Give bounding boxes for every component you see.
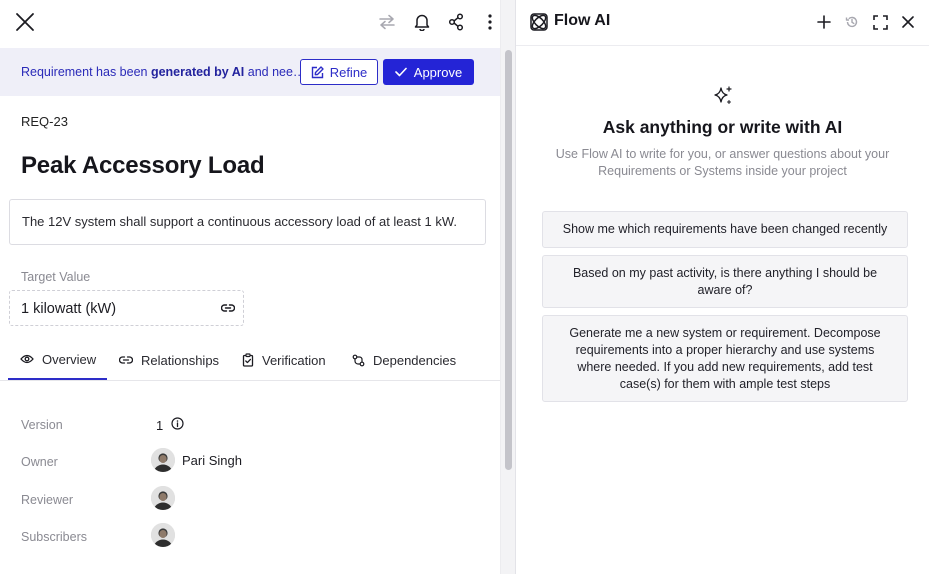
swap-arrows-icon[interactable] — [377, 12, 397, 32]
tab-dependencies[interactable]: Dependencies — [352, 340, 456, 380]
vertical-scrollbar[interactable] — [500, 0, 516, 574]
description-text: The 12V system shall support a continuou… — [22, 214, 457, 229]
ask-title: Ask anything or write with AI — [602, 117, 843, 137]
tab-relationships-label: Relationships — [141, 352, 220, 368]
reviewer-avatar[interactable] — [151, 486, 175, 510]
reviewer-label: Reviewer — [21, 493, 74, 507]
check-icon — [394, 67, 407, 77]
more-vertical-icon[interactable] — [480, 12, 500, 32]
link-icon[interactable] — [221, 302, 235, 314]
tab-verification[interactable]: Verification — [242, 340, 326, 380]
tab-overview-label: Overview — [42, 351, 97, 367]
approve-button[interactable]: Approve — [383, 59, 474, 85]
requirement-description[interactable]: The 12V system shall support a continuou… — [9, 199, 486, 245]
share-icon[interactable] — [446, 12, 466, 32]
target-value-label: Target Value — [21, 270, 91, 284]
tab-dependencies-label: Dependencies — [373, 352, 457, 368]
suggestion-item[interactable]: Based on my past activity, is there anyt… — [542, 255, 908, 308]
close-panel-icon[interactable] — [899, 12, 917, 32]
eye-icon — [20, 354, 34, 364]
owner-label: Owner — [21, 455, 58, 469]
refine-label: Refine — [329, 64, 368, 80]
suggestion-item[interactable]: Show me which requirements have been cha… — [542, 211, 908, 248]
flow-ai-logo-icon — [528, 11, 550, 33]
bell-icon[interactable] — [412, 12, 432, 32]
requirement-toolbar — [0, 0, 500, 46]
ask-subtitle: Use Flow AI to write for you, or answer … — [555, 147, 890, 178]
requirement-tabs: Overview Relationships Verification Depe… — [0, 340, 500, 381]
flow-ai-title: Flow AI — [554, 12, 611, 29]
requirement-panel: Requirement has been generated by AI and… — [0, 0, 500, 574]
clipboard-check-icon — [242, 353, 254, 367]
flow-ai-header: Flow AI — [516, 0, 929, 46]
target-value-field[interactable]: 1 kilowatt (kW) — [9, 290, 244, 326]
plus-icon[interactable] — [815, 12, 833, 32]
banner-message: Requirement has been generated by AI and… — [21, 65, 306, 79]
history-icon[interactable] — [843, 12, 861, 32]
subscribers-label: Subscribers — [21, 530, 87, 544]
dependency-icon — [352, 354, 365, 366]
tab-verification-label: Verification — [262, 352, 326, 368]
owner-name: Pari Singh — [182, 453, 242, 468]
close-icon[interactable] — [14, 11, 36, 33]
version-value: 1 — [156, 418, 164, 433]
target-value-text: 1 kilowatt (kW) — [21, 301, 117, 317]
refine-button[interactable]: Refine — [300, 59, 378, 85]
info-icon[interactable] — [171, 417, 184, 430]
sparkle-icon — [712, 85, 734, 107]
version-label: Version — [21, 418, 63, 432]
scrollbar-thumb[interactable] — [505, 50, 512, 470]
requirement-id: REQ-23 — [21, 114, 68, 129]
tab-relationships[interactable]: Relationships — [119, 340, 219, 380]
flow-ai-panel: Flow AI Ask anything or write with AI Us… — [516, 0, 929, 574]
subscriber-avatar[interactable] — [151, 523, 175, 547]
expand-icon[interactable] — [871, 12, 889, 32]
edit-icon — [311, 65, 324, 78]
suggestion-item[interactable]: Generate me a new system or requirement.… — [542, 315, 908, 402]
owner-avatar[interactable] — [151, 448, 175, 472]
requirement-title[interactable]: Peak Accessory Load — [21, 152, 265, 180]
tab-overview[interactable]: Overview — [8, 340, 107, 380]
approve-label: Approve — [413, 64, 463, 80]
link-icon — [119, 356, 133, 364]
